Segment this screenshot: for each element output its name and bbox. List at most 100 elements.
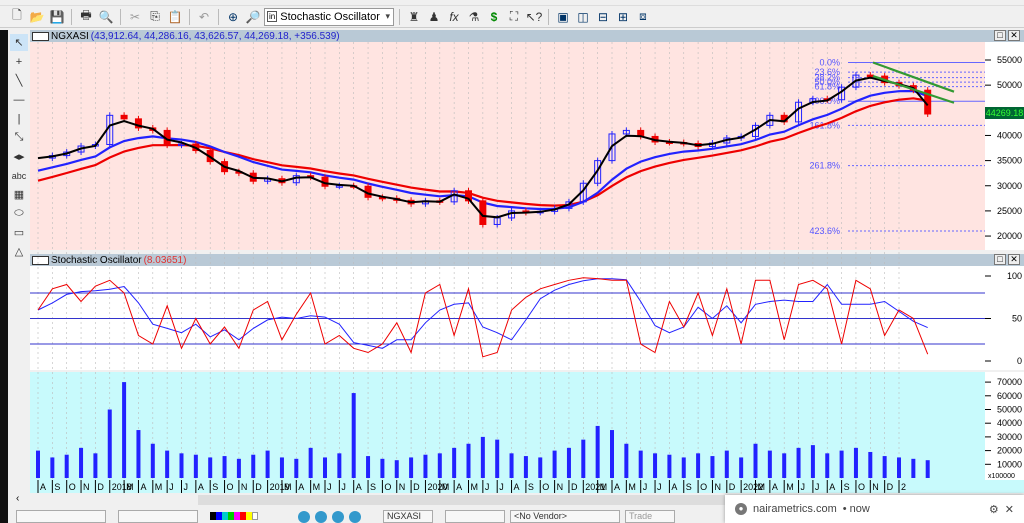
fib-level-label: 0.0% — [819, 58, 840, 68]
system-icon[interactable]: ♟ — [425, 8, 443, 26]
pointer-icon[interactable]: ↖ — [10, 34, 28, 51]
date-axis-label: M — [471, 482, 479, 492]
date-axis-label: S — [54, 482, 60, 492]
volume-bar — [351, 393, 356, 478]
copy-icon[interactable]: ⎘ — [146, 8, 164, 26]
date-axis-label: A — [614, 482, 620, 492]
date-axis-label: J — [341, 482, 346, 492]
close-icon[interactable]: ✕ — [1008, 30, 1020, 41]
date-axis-label: A — [140, 482, 146, 492]
maximize-icon[interactable]: □ — [994, 30, 1006, 41]
date-axis-label: A — [671, 482, 677, 492]
volume-bar — [724, 450, 729, 478]
volume-tick-label: 10000 — [997, 459, 1022, 469]
vertical-line-icon[interactable]: | — [10, 110, 28, 127]
layout-icon[interactable]: ⧈ — [634, 8, 652, 26]
dollar-icon[interactable]: $ — [485, 8, 503, 26]
symbol-input[interactable]: NGXASI — [383, 510, 433, 523]
volume-bar — [93, 453, 98, 478]
notification-time: • now — [842, 503, 870, 515]
fibonacci-icon[interactable]: ⤡ — [10, 129, 28, 146]
notification-toast[interactable]: ● nairametrics.com • now ⚙ ✕ — [725, 495, 1024, 523]
indicator-icon: in — [267, 11, 278, 22]
style-button-icon[interactable] — [298, 511, 310, 523]
volume-bar — [523, 456, 528, 478]
period-select[interactable] — [118, 510, 198, 523]
split-icon[interactable]: ◂▸ — [10, 148, 28, 165]
date-axis-label: A — [772, 482, 778, 492]
date-axis-label: J — [657, 482, 662, 492]
drawing-toolbar: ↖ + ╲ — | ⤡ ◂▸ abc ▦ ⬭ ▭ △ — [8, 30, 30, 480]
price-candle — [866, 74, 874, 78]
style-button-icon[interactable] — [332, 511, 344, 523]
expert-icon[interactable]: ♜ — [405, 8, 423, 26]
volume-bar — [610, 430, 614, 478]
layout-select[interactable] — [16, 510, 106, 523]
style-buttons — [298, 511, 361, 523]
grid-icon[interactable]: ▦ — [10, 186, 28, 203]
trendline-icon[interactable]: ╲ — [10, 72, 28, 89]
date-axis-label: A — [829, 482, 835, 492]
save-icon[interactable]: 💾 — [48, 8, 66, 26]
volume-bar — [495, 439, 500, 478]
stoch-tick-label: 0 — [1017, 356, 1022, 366]
account-select[interactable] — [445, 510, 505, 523]
date-axis-label: J — [643, 482, 648, 492]
price-tick-label: 30000 — [997, 181, 1022, 191]
gear-icon[interactable]: ⚙ — [989, 503, 999, 516]
date-axis-label: O — [227, 482, 234, 492]
rectangle-icon[interactable]: ▭ — [10, 224, 28, 241]
binoculars-icon[interactable]: ⛶ — [505, 8, 523, 26]
volume-bar — [810, 445, 815, 478]
triangle-icon[interactable]: △ — [10, 243, 28, 260]
paste-icon[interactable]: 📋 — [166, 8, 184, 26]
function-icon[interactable]: fx — [445, 8, 463, 26]
scroll-left-icon[interactable]: ‹ — [16, 493, 19, 504]
date-axis-label: O — [69, 482, 76, 492]
new-icon[interactable]: 🗋 — [8, 8, 26, 26]
cascade-icon[interactable]: ▣ — [554, 8, 572, 26]
separator — [71, 8, 72, 25]
horizontal-line-icon[interactable]: — — [10, 91, 28, 108]
volume-bar — [380, 458, 385, 478]
trade-button[interactable]: Trade — [625, 510, 675, 523]
pane-icon — [32, 31, 49, 41]
volume-bar — [437, 453, 442, 478]
date-axis-label: A — [456, 482, 462, 492]
help-icon[interactable]: ↖? — [525, 8, 543, 26]
close-icon[interactable]: ✕ — [1005, 503, 1014, 516]
print-icon[interactable]: 🖶 — [77, 8, 95, 26]
undo-icon[interactable]: ↶ — [195, 8, 213, 26]
tile-grid-icon[interactable]: ⊞ — [614, 8, 632, 26]
fib-level-label: 61.8% — [814, 82, 840, 92]
zoom-icon[interactable]: 🔎 — [244, 8, 262, 26]
date-axis-label: M — [600, 482, 608, 492]
cut-icon[interactable]: ✂ — [126, 8, 144, 26]
tile-horizontal-icon[interactable]: ⊟ — [594, 8, 612, 26]
color-palette[interactable] — [210, 512, 258, 520]
explorer-icon[interactable]: ⚗ — [465, 8, 483, 26]
volume-bar — [581, 439, 586, 478]
vendor-select[interactable]: <No Vendor> — [510, 510, 620, 523]
tile-vertical-icon[interactable]: ◫ — [574, 8, 592, 26]
crosshair-tool-icon[interactable]: + — [10, 53, 28, 70]
volume-bar — [294, 458, 299, 478]
style-button-icon[interactable] — [315, 511, 327, 523]
volume-bar — [925, 460, 930, 478]
date-axis-label: S — [528, 482, 534, 492]
chart-area[interactable]: 0.0%23.6%38.2%50.0%61.8%100.0%161.8%261.… — [30, 42, 1024, 493]
price-tick-label: 25000 — [997, 206, 1022, 216]
text-icon[interactable]: abc — [10, 167, 28, 184]
open-icon[interactable]: 📂 — [28, 8, 46, 26]
indicator-select-value: Stochastic Oscillator — [280, 10, 380, 23]
stoch-tick-label: 50 — [1012, 314, 1022, 324]
style-button-icon[interactable] — [349, 511, 361, 523]
ellipse-icon[interactable]: ⬭ — [10, 205, 28, 222]
horizontal-scrollbar[interactable] — [198, 495, 758, 505]
indicator-select[interactable]: in Stochastic Oscillator ▾ — [264, 7, 394, 26]
crosshair-icon[interactable]: ⊕ — [224, 8, 242, 26]
volume-bar — [696, 453, 701, 478]
volume-bar — [868, 451, 873, 478]
print-preview-icon[interactable]: 🔍 — [97, 8, 115, 26]
volume-bar — [337, 453, 342, 478]
